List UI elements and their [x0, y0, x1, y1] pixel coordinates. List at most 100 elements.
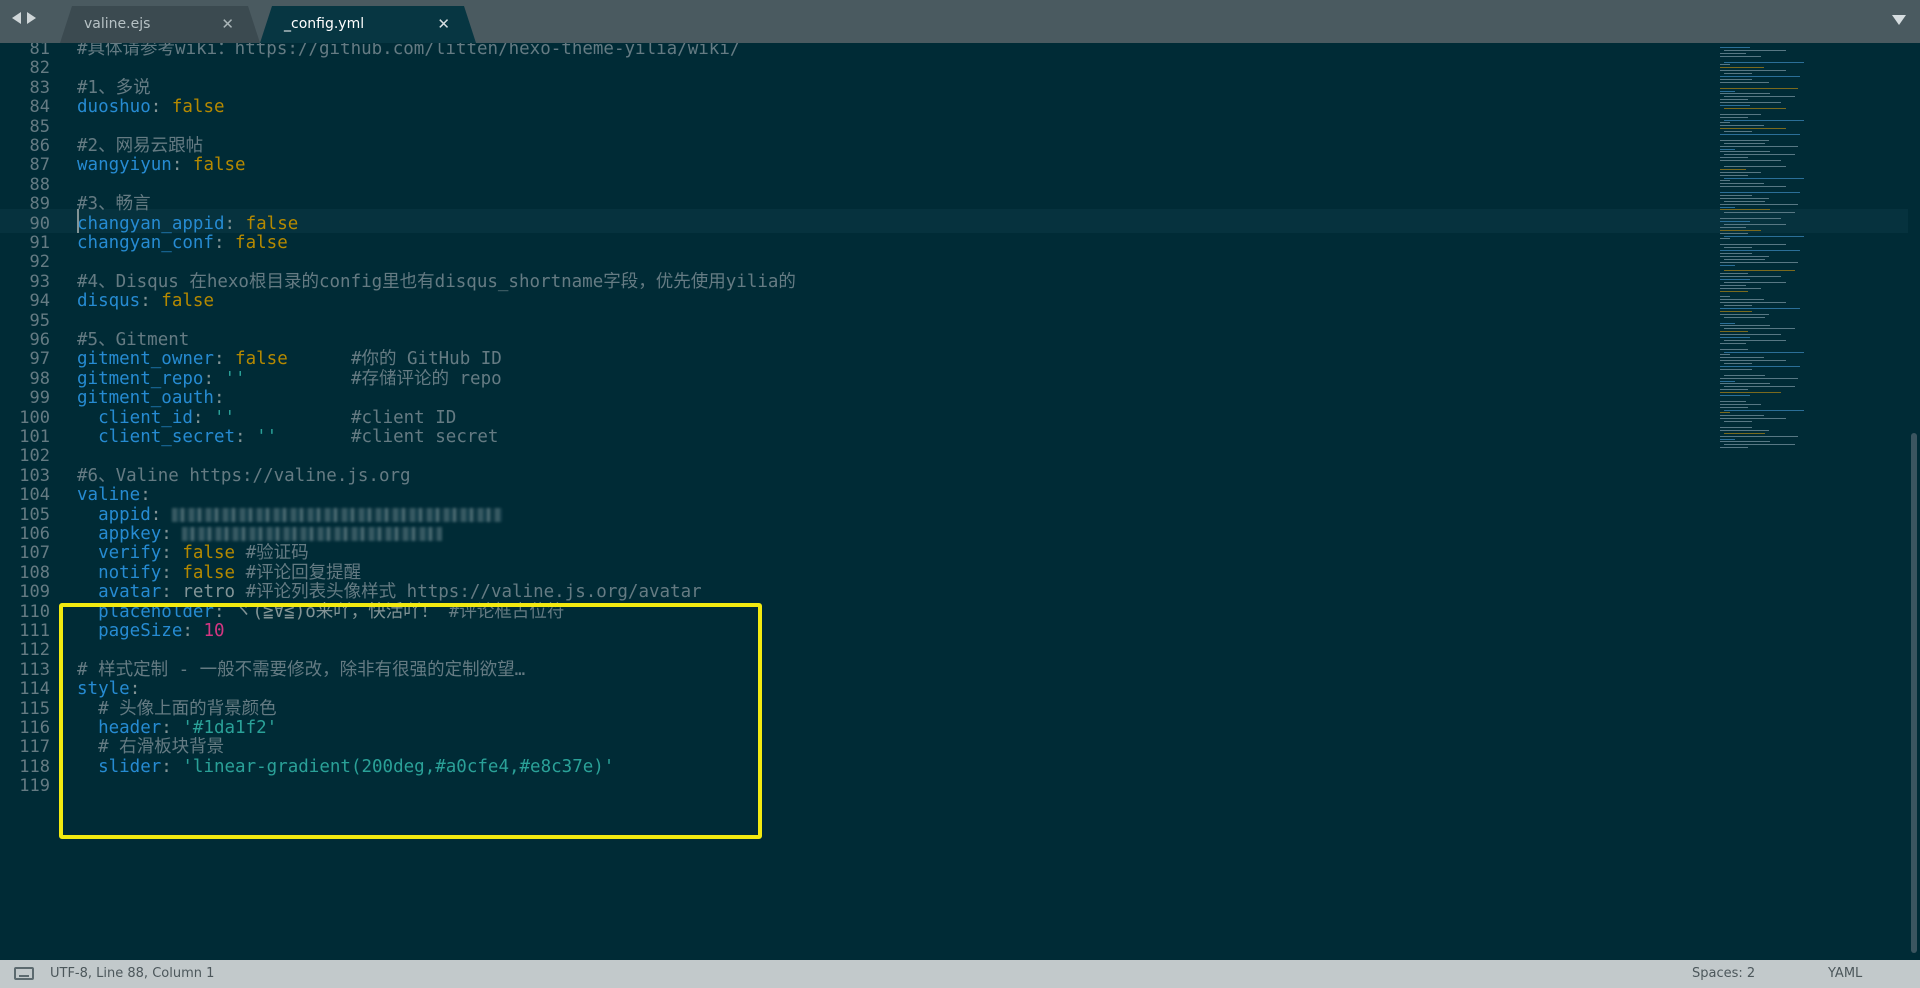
minimap-line	[1720, 128, 1786, 130]
minimap-line	[1720, 264, 1735, 266]
minimap-line	[1720, 368, 1752, 370]
minimap-line	[1724, 305, 1752, 307]
minimap-line	[1720, 400, 1746, 402]
code-token: :	[182, 621, 204, 641]
code-token: :	[150, 97, 172, 118]
minimap-line	[1724, 386, 1795, 388]
code-line: duoshuo: false	[77, 95, 225, 119]
code-line: #具体请参考wiki：https://github.com/litten/hex…	[77, 43, 740, 61]
minimap[interactable]	[1720, 43, 1900, 463]
minimap-line	[1720, 392, 1781, 394]
code-line: wangyiyun: false	[77, 153, 246, 177]
minimap-line	[1720, 67, 1764, 69]
minimap-line	[1720, 160, 1781, 162]
code-token: :	[140, 291, 162, 312]
chevron-down-icon[interactable]	[1892, 15, 1906, 25]
code-line: slider: 'linear-gradient(200deg,#a0cfe4,…	[77, 755, 614, 779]
code-token: false	[161, 291, 214, 312]
minimap-line	[1720, 380, 1735, 382]
minimap-line	[1724, 165, 1786, 167]
minimap-line	[1720, 76, 1800, 77]
minimap-line	[1720, 168, 1746, 170]
code-line: client_secret: '' #client secret	[77, 425, 498, 449]
minimap-line	[1720, 116, 1748, 118]
status-indentation[interactable]: Spaces: 2	[1692, 966, 1755, 981]
minimap-line	[1720, 331, 1748, 333]
vertical-scrollbar[interactable]	[1908, 43, 1920, 960]
minimap-line	[1724, 258, 1765, 260]
close-icon[interactable]: ✕	[437, 15, 450, 33]
chevron-right-icon[interactable]	[27, 12, 36, 24]
code-token: # 样式定制 - 一般不需要修改，除非有很强的定制欲望…	[77, 659, 526, 680]
code-token: false	[235, 233, 288, 253]
minimap-line	[1720, 302, 1786, 304]
tab-config-yml[interactable]: _config.yml ✕	[260, 6, 476, 43]
minimap-line	[1720, 203, 1798, 205]
minimap-line	[1720, 87, 1798, 89]
minimap-line	[1720, 255, 1769, 257]
code-editor[interactable]: 81 82 83 84 85 86 87 88 89 90 91 92 93 94 95 96 97 98 99 10…	[0, 43, 1908, 960]
scrollbar-thumb[interactable]	[1911, 433, 1917, 953]
minimap-line	[1724, 339, 1786, 341]
minimap-line	[1720, 151, 1770, 153]
code-token: wangyiyun	[77, 155, 172, 176]
code-token: :	[161, 756, 183, 777]
minimap-line	[1720, 90, 1735, 92]
code-line: disqus: false	[77, 289, 214, 313]
minimap-line	[1720, 415, 1764, 417]
minimap-line	[1720, 171, 1761, 173]
minimap-line	[1720, 186, 1786, 188]
minimap-line	[1720, 447, 1748, 449]
minimap-line	[1724, 363, 1752, 365]
minimap-line	[1720, 418, 1786, 420]
minimap-line	[1720, 229, 1761, 231]
minimap-line	[1720, 395, 1750, 396]
minimap-line	[1724, 432, 1765, 434]
close-icon[interactable]: ✕	[221, 15, 234, 33]
minimap-line	[1724, 374, 1765, 376]
minimap-line	[1720, 435, 1798, 437]
minimap-line	[1720, 299, 1764, 301]
minimap-line	[1720, 209, 1770, 211]
minimap-line	[1720, 102, 1781, 104]
minimap-line	[1720, 276, 1781, 278]
code-text-area[interactable]: #具体请参考wiki：https://github.com/litten/hex…	[77, 43, 1697, 960]
status-syntax[interactable]: YAML	[1828, 966, 1862, 981]
tab-valine-ejs[interactable]: valine.ejs ✕	[60, 6, 260, 43]
minimap-line	[1720, 148, 1735, 150]
minimap-line	[1720, 180, 1730, 182]
minimap-line	[1720, 426, 1752, 428]
minimap-line	[1720, 284, 1746, 286]
minimap-line	[1720, 238, 1730, 240]
minimap-line	[1720, 310, 1752, 312]
code-token: #client secret	[277, 427, 499, 447]
minimap-line	[1720, 113, 1761, 115]
minimap-line	[1720, 296, 1730, 298]
status-bar: UTF-8, Line 88, Column 1 Spaces: 2 YAML	[0, 960, 1920, 988]
minimap-line	[1720, 322, 1735, 324]
chevron-left-icon[interactable]	[12, 12, 21, 24]
code-token: 10	[203, 621, 225, 641]
panel-toggle-icon[interactable]	[14, 967, 34, 980]
minimap-line	[1720, 337, 1750, 338]
minimap-line	[1720, 403, 1761, 405]
minimap-line	[1720, 252, 1752, 254]
minimap-line	[1720, 279, 1750, 280]
minimap-line	[1724, 142, 1765, 144]
minimap-line	[1724, 154, 1795, 156]
text-cursor	[77, 209, 79, 233]
code-token: ヾ(≧∀≦)o来吖，快活吖！	[235, 601, 449, 622]
minimap-line	[1724, 421, 1752, 423]
minimap-line	[1720, 250, 1800, 251]
minimap-line	[1720, 145, 1798, 147]
minimap-line	[1724, 61, 1804, 63]
minimap-line	[1720, 139, 1769, 141]
minimap-line	[1720, 406, 1748, 408]
minimap-line	[1720, 206, 1735, 208]
code-line: pageSize: 10	[77, 619, 225, 643]
code-token: ''	[224, 368, 246, 389]
status-cursor-position: UTF-8, Line 88, Column 1	[50, 966, 215, 981]
code-token: #评论框占位符	[448, 601, 565, 622]
minimap-line	[1724, 247, 1752, 249]
minimap-line	[1720, 174, 1748, 176]
